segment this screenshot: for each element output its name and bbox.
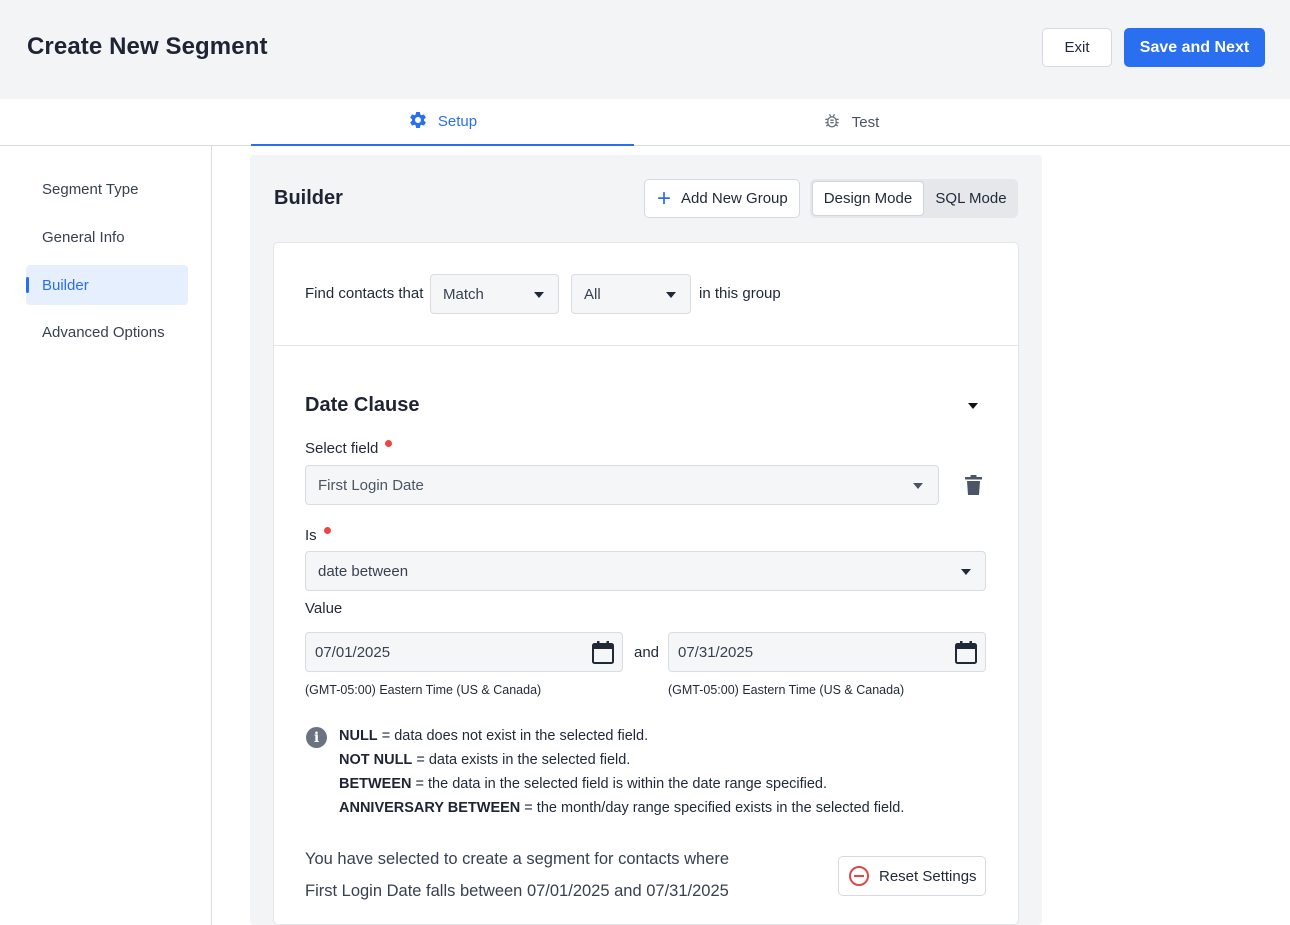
info-desc: = the data in the selected field is with… <box>411 776 828 792</box>
page-title: Create New Segment <box>27 33 268 60</box>
calendar-icon[interactable] <box>592 641 614 668</box>
end-date-value: 07/31/2025 <box>678 643 754 661</box>
bug-icon <box>822 111 852 135</box>
builder-title: Builder <box>274 187 343 209</box>
info-desc: = data does not exist in the selected fi… <box>377 728 649 744</box>
match-select-value: Match <box>443 285 484 303</box>
info-term: ANNIVERSARY BETWEEN <box>339 800 521 816</box>
info-desc: = the month/day range specified exists i… <box>520 800 905 816</box>
is-operator-dropdown[interactable]: date between <box>305 551 986 591</box>
select-field-label: Select field <box>305 440 393 457</box>
value-label: Value <box>305 600 343 617</box>
select-field-label-text: Select field <box>305 440 379 457</box>
start-date-input[interactable]: 07/01/2025 <box>305 632 623 672</box>
start-timezone: (GMT-05:00) Eastern Time (US & Canada) <box>305 683 542 697</box>
info-term: BETWEEN <box>339 776 412 792</box>
in-this-group-label: in this group <box>699 285 781 302</box>
design-mode-button[interactable]: Design Mode <box>812 181 924 216</box>
reset-settings-label: Reset Settings <box>879 867 977 885</box>
match-select[interactable]: Match <box>430 274 559 314</box>
required-indicator <box>323 527 331 534</box>
chevron-down-icon <box>666 292 676 298</box>
info-desc: = data exists in the selected field. <box>412 752 631 768</box>
tab-test[interactable]: Test <box>634 99 1067 146</box>
chevron-down-icon <box>913 483 923 489</box>
calendar-icon[interactable] <box>955 641 977 668</box>
info-line-null: NULL = data does not exist in the select… <box>339 728 648 744</box>
gear-icon <box>408 110 438 134</box>
is-label: Is <box>305 527 331 544</box>
collapse-caret-icon[interactable] <box>968 403 978 409</box>
tab-setup[interactable]: Setup <box>251 99 634 146</box>
select-field-dropdown[interactable]: First Login Date <box>305 465 939 505</box>
end-date-input[interactable]: 07/31/2025 <box>668 632 986 672</box>
and-label: and <box>634 644 660 661</box>
reset-settings-button[interactable]: Reset Settings <box>838 856 986 896</box>
end-timezone: (GMT-05:00) Eastern Time (US & Canada) <box>668 683 905 697</box>
tab-bar: Setup Test <box>0 99 1290 146</box>
summary-line-1: You have selected to create a segment fo… <box>305 850 730 868</box>
add-new-group-button[interactable]: + Add New Group <box>644 179 800 218</box>
summary-line-2: First Login Date falls between 07/01/202… <box>305 882 729 900</box>
info-line-not-null: NOT NULL = data exists in the selected f… <box>339 752 630 768</box>
sidebar-item-general-info[interactable]: General Info <box>26 217 188 257</box>
sidebar-item-advanced-options[interactable]: Advanced Options <box>26 312 188 352</box>
clause-title: Date Clause <box>305 394 420 416</box>
exit-button[interactable]: Exit <box>1042 28 1112 67</box>
info-line-anniversary: ANNIVERSARY BETWEEN = the month/day rang… <box>339 800 904 816</box>
divider <box>274 345 1018 346</box>
required-indicator <box>385 440 393 447</box>
sql-mode-button[interactable]: SQL Mode <box>926 181 1016 216</box>
info-icon: i <box>306 727 327 748</box>
scope-select[interactable]: All <box>571 274 691 314</box>
is-operator-value: date between <box>318 562 409 580</box>
scope-select-value: All <box>584 285 601 303</box>
select-field-value: First Login Date <box>318 476 424 494</box>
plus-icon: + <box>657 184 672 212</box>
start-date-value: 07/01/2025 <box>315 643 391 661</box>
mode-toggle: Design Mode SQL Mode <box>810 179 1018 218</box>
sidebar-item-builder[interactable]: Builder <box>26 265 188 305</box>
sidebar <box>0 146 212 925</box>
save-and-next-button[interactable]: Save and Next <box>1124 28 1265 67</box>
is-label-text: Is <box>305 527 317 544</box>
add-new-group-label: Add New Group <box>681 190 788 207</box>
find-contacts-label: Find contacts that <box>305 285 424 302</box>
sidebar-item-segment-type[interactable]: Segment Type <box>26 169 188 209</box>
tab-test-label: Test <box>851 114 880 131</box>
info-term: NOT NULL <box>339 752 413 768</box>
chevron-down-icon <box>534 292 544 298</box>
chevron-down-icon <box>961 569 971 575</box>
minus-circle-icon <box>849 866 869 886</box>
trash-icon[interactable] <box>965 475 982 500</box>
tab-setup-label: Setup <box>437 113 478 130</box>
info-line-between: BETWEEN = the data in the selected field… <box>339 776 827 792</box>
info-term: NULL <box>339 728 378 744</box>
